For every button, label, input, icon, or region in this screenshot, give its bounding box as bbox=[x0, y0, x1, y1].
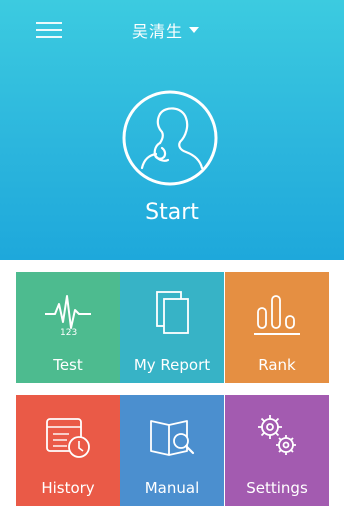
gears-icon bbox=[252, 411, 302, 461]
tile-test-label: Test bbox=[53, 356, 83, 374]
heartbeat-123-icon: 123 bbox=[43, 288, 93, 338]
tile-my-report-label: My Report bbox=[133, 356, 211, 374]
tile-my-report[interactable]: My Report bbox=[120, 272, 224, 383]
tile-test[interactable]: 123 Test bbox=[16, 272, 120, 383]
hero-banner: 吴清生 Start bbox=[0, 0, 344, 260]
person-profile-icon bbox=[140, 107, 204, 170]
tile-settings-label: Settings bbox=[246, 479, 308, 497]
start-label[interactable]: Start bbox=[0, 200, 344, 225]
tile-rank-label: Rank bbox=[258, 356, 296, 374]
rank-bars-icon bbox=[252, 288, 302, 338]
user-name: 吴清生 bbox=[132, 22, 184, 41]
app-screen: 吴清生 Start 123 Test My Report Rank Histor… bbox=[0, 0, 344, 515]
tile-history[interactable]: History bbox=[16, 395, 120, 506]
tile-rank[interactable]: Rank bbox=[225, 272, 329, 383]
caret-down-icon bbox=[189, 27, 200, 33]
tile-manual-label: Manual bbox=[144, 479, 200, 497]
feature-grid: 123 Test My Report Rank History Manual S… bbox=[16, 272, 329, 507]
top-bar: 吴清生 bbox=[0, 0, 344, 60]
hamburger-menu-icon[interactable] bbox=[36, 20, 62, 40]
documents-icon bbox=[147, 288, 197, 338]
start-button[interactable] bbox=[120, 88, 220, 188]
svg-text:123: 123 bbox=[60, 328, 77, 338]
calendar-clock-icon bbox=[43, 411, 93, 461]
user-switcher[interactable]: 吴清生 bbox=[132, 18, 200, 42]
tile-history-label: History bbox=[41, 479, 95, 497]
tile-settings[interactable]: Settings bbox=[225, 395, 329, 506]
book-search-icon bbox=[147, 411, 197, 461]
tile-manual[interactable]: Manual bbox=[120, 395, 224, 506]
